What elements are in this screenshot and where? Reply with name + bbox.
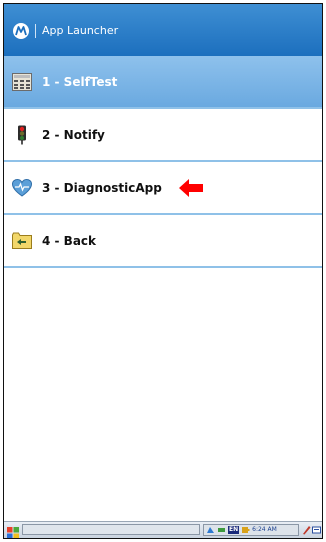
red-arrow-icon [178,178,204,202]
folder-back-icon [11,230,33,252]
keypad-icon [11,71,33,93]
list-item-selftest[interactable]: 1 - SelfTest [4,56,322,109]
system-tray: EN 6:24 AM [203,524,299,536]
keyboard-icon[interactable] [312,525,321,535]
app-list: 1 - SelfTest 2 - Notify 3 - DiagnosticAp… [4,56,322,268]
taskbar: EN 6:24 AM [4,521,322,538]
list-item-diagnosticapp[interactable]: 3 - DiagnosticApp [4,162,322,215]
title-bar: App Launcher [4,4,322,56]
title-separator [35,24,36,38]
input-language[interactable]: EN [228,526,240,534]
windows-start-icon[interactable] [7,524,19,538]
window-title: App Launcher [42,24,119,37]
item-label: 4 - Back [42,233,97,248]
battery-icon[interactable] [241,526,250,534]
item-label: 1 - SelfTest [42,74,118,89]
motorola-logo-icon [13,23,29,39]
pen-icon[interactable] [302,525,311,535]
list-item-back[interactable]: 4 - Back [4,215,322,268]
app-window: App Launcher 1 - SelfTest 2 - Notify 3 -… [3,3,323,539]
item-label: 2 - Notify [42,127,105,142]
signal-icon[interactable] [206,526,215,534]
connection-icon[interactable] [217,526,226,534]
clock[interactable]: 6:24 AM [252,526,277,534]
taskbar-program-area[interactable] [22,524,200,535]
list-item-notify[interactable]: 2 - Notify [4,109,322,162]
heart-diagnostic-icon [11,177,33,199]
traffic-light-icon [11,124,33,146]
tray-extra [302,524,321,536]
item-label: 3 - DiagnosticApp [42,180,162,195]
